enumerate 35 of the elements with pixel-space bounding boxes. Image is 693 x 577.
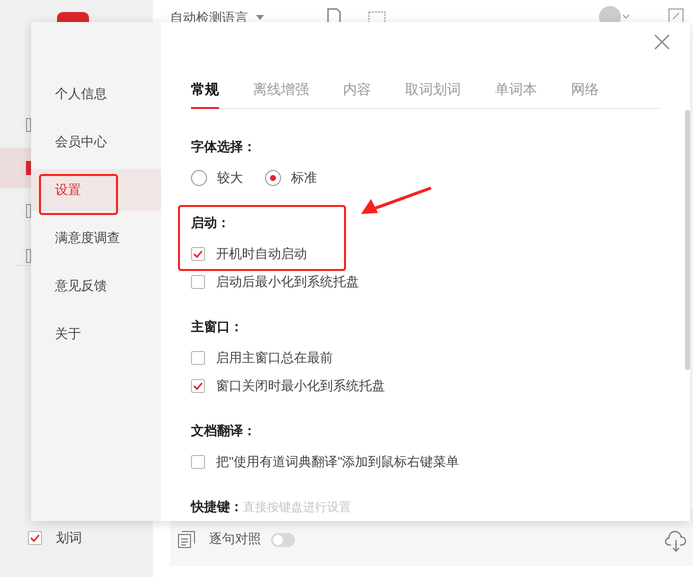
checkbox[interactable]: [191, 455, 205, 469]
option-label: 启动后最小化到系统托盘: [216, 273, 359, 292]
checkbox[interactable]: [191, 247, 205, 261]
checkbox[interactable]: [191, 275, 205, 289]
nav-item[interactable]: 关于: [31, 313, 161, 355]
option-label: 窗口关闭时最小化到系统托盘: [216, 377, 385, 396]
nav-item[interactable]: 意见反馈: [31, 265, 161, 307]
option-label: 开机时自动启动: [216, 245, 307, 264]
compare-label: 逐句对照: [209, 530, 261, 548]
radio-button[interactable]: [265, 170, 281, 186]
option-label: 划词: [56, 529, 82, 547]
scrollbar[interactable]: [685, 110, 690, 370]
nav-item[interactable]: 个人信息: [31, 73, 161, 115]
section-heading: 字体选择：: [191, 138, 256, 156]
hint-text: 直接按键盘进行设置: [243, 499, 351, 516]
checkbox[interactable]: [191, 351, 205, 365]
tab[interactable]: 常规: [191, 79, 219, 109]
annotation-arrow: [361, 187, 432, 215]
radio-button[interactable]: [191, 170, 207, 186]
toggle-switch[interactable]: [271, 533, 295, 547]
section-heading: 启动：: [191, 214, 230, 232]
section-heading: 主窗口：: [191, 318, 243, 336]
nav-item[interactable]: 设置: [31, 169, 161, 211]
option-label: 较大: [217, 169, 243, 188]
cloud-download-icon[interactable]: [665, 530, 687, 552]
section-heading: 快捷键：: [191, 498, 243, 516]
checkbox[interactable]: [191, 379, 205, 393]
nav-item[interactable]: 满意度调查: [31, 217, 161, 259]
option-label: 启用主窗口总在最前: [216, 349, 333, 368]
section-heading: 文档翻译：: [191, 422, 256, 440]
close-button[interactable]: [654, 34, 670, 50]
checkbox[interactable]: [28, 530, 42, 545]
nav-item[interactable]: 会员中心: [31, 121, 161, 163]
option-label: 标准: [291, 169, 317, 188]
option-label: 把"使用有道词典翻译"添加到鼠标右键菜单: [216, 453, 460, 472]
